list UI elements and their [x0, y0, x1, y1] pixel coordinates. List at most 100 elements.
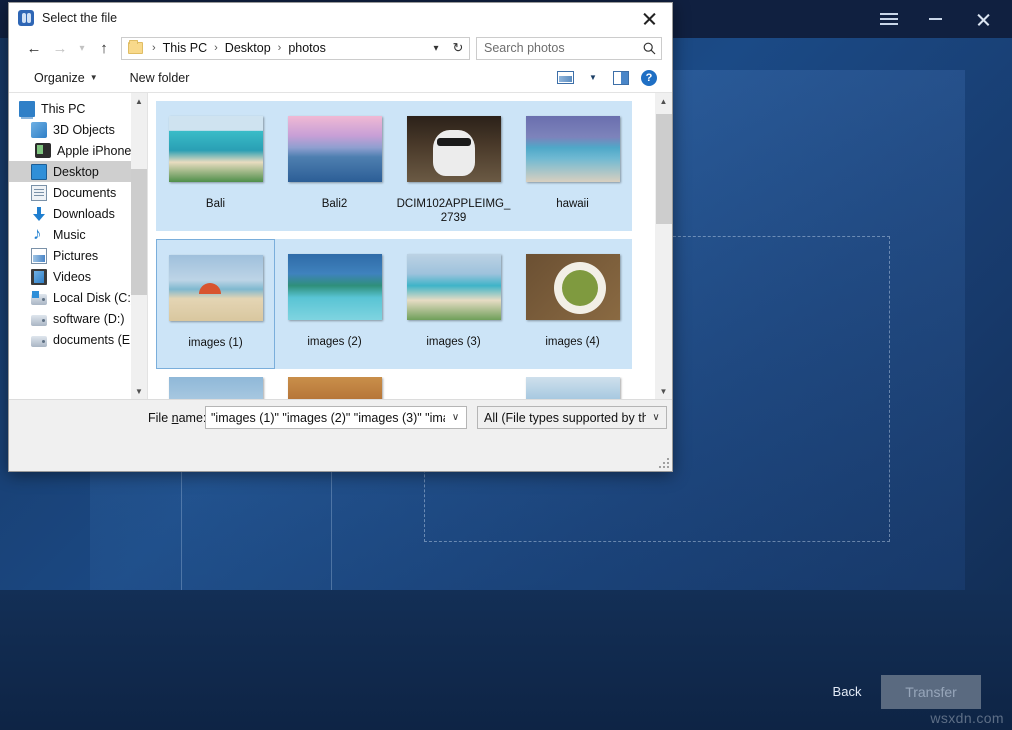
file-thumbnail [169, 255, 263, 321]
filename-input[interactable] [206, 411, 445, 425]
transfer-button[interactable]: Transfer [881, 675, 981, 709]
file-name-label: images (1) [157, 336, 274, 350]
search-box[interactable] [476, 37, 662, 60]
sidebar-scrollbar[interactable]: ▲ ▼ [131, 93, 147, 399]
file-tile[interactable]: Bali [156, 101, 275, 231]
preview-pane-icon[interactable] [608, 66, 634, 90]
file-tile-partial[interactable] [513, 377, 632, 399]
view-mode-icon[interactable] [552, 66, 578, 90]
filetype-dropdown[interactable]: All (File types supported by the ∨ [477, 406, 667, 429]
sidebar-item-documents[interactable]: Documents [9, 182, 147, 203]
file-tile[interactable]: images (1) [156, 239, 275, 369]
folder-icon [128, 42, 143, 54]
file-name-label: images (3) [394, 335, 513, 349]
desktop-icon [31, 164, 47, 180]
file-tile[interactable]: images (2) [275, 239, 394, 369]
menu-icon[interactable] [868, 4, 906, 34]
refresh-icon[interactable]: ↻ [447, 38, 469, 59]
sidebar-item-label: documents (E:) [53, 333, 138, 347]
dialog-body: This PC3D Objects Apple iPhone Desktop Docu… [9, 93, 672, 399]
file-thumbnail [407, 254, 501, 320]
organize-button[interactable]: Organize ▼ [29, 71, 103, 85]
address-bar[interactable]: › This PC › Desktop › photos ▾ ↻ [121, 37, 470, 60]
sidebar-item-label: Downloads [53, 207, 115, 221]
file-thumbnail-wrap [394, 101, 513, 197]
up-arrow-icon[interactable]: ↑ [91, 36, 117, 60]
recent-locations-icon[interactable]: ▾ [73, 36, 91, 60]
sidebar-item-label: Pictures [53, 249, 98, 263]
file-list-scrollbar[interactable]: ▲ ▼ [655, 93, 672, 399]
sidebar-item-label: Local Disk (C:) [53, 291, 135, 305]
file-thumbnail-wrap [275, 377, 394, 399]
file-list-area[interactable]: BaliBali2DCIM102APPLEIMG_2739hawaiiimage… [147, 93, 672, 399]
filename-label: File name: [148, 411, 206, 425]
close-icon[interactable] [626, 3, 672, 33]
sidebar-scroll-track[interactable] [131, 109, 147, 383]
file-tile-partial[interactable] [394, 377, 513, 399]
back-button[interactable]: Back [820, 680, 874, 704]
search-input[interactable] [477, 41, 638, 55]
sidebar-item-label: Videos [53, 270, 91, 284]
sidebar-item-label: Apple iPhone [57, 144, 131, 158]
file-tile-partial[interactable] [156, 377, 275, 399]
chevron-down-icon[interactable]: ▾ [425, 38, 447, 59]
sidebar-item-music[interactable]: Music [9, 224, 147, 245]
file-scroll-track[interactable] [656, 109, 672, 383]
breadcrumb-item-photos[interactable]: photos [286, 41, 328, 55]
forward-arrow-icon[interactable]: → [47, 36, 73, 60]
sidebar-item-apple-iphone[interactable]: Apple iPhone [9, 140, 147, 161]
file-tile[interactable]: hawaii [513, 101, 632, 231]
sidebar-item-downloads[interactable]: Downloads [9, 203, 147, 224]
file-tile[interactable]: images (3) [394, 239, 513, 369]
sidebar-item-this-pc[interactable]: This PC [9, 98, 147, 119]
filename-field[interactable]: ∨ [205, 406, 467, 429]
file-thumbnail [288, 377, 382, 399]
chevron-down-icon[interactable]: ∨ [445, 412, 466, 423]
drive-icon [31, 336, 47, 347]
minimize-icon[interactable] [916, 4, 954, 34]
scroll-down-icon[interactable]: ▼ [656, 383, 672, 399]
breadcrumb-item-this-pc[interactable]: This PC [161, 41, 209, 55]
help-icon[interactable]: ? [636, 66, 662, 90]
sidebar-item-label: Music [53, 228, 86, 242]
file-thumbnail-wrap [513, 377, 632, 399]
background-titlebar-buttons [868, 0, 1002, 38]
chevron-down-icon[interactable]: ∨ [646, 412, 666, 423]
sidebar-scroll-thumb[interactable] [131, 169, 147, 295]
sidebar-item-local-disk-c[interactable]: Local Disk (C:) [9, 287, 147, 308]
file-tile[interactable]: Bali2 [275, 101, 394, 231]
file-thumbnail [288, 254, 382, 320]
sidebar-item-label: software (D:) [53, 312, 125, 326]
file-tile[interactable]: images (4) [513, 239, 632, 369]
sidebar-item-videos[interactable]: Videos [9, 266, 147, 287]
breadcrumb-separator: › [147, 42, 161, 54]
sidebar-item-documents-e[interactable]: documents (E:) [9, 329, 147, 350]
drive-icon [31, 315, 47, 326]
new-folder-button[interactable]: New folder [125, 71, 195, 85]
close-icon[interactable] [964, 4, 1002, 34]
watermark: wsxdn.com [930, 710, 1004, 726]
sidebar-item-software-d[interactable]: software (D:) [9, 308, 147, 329]
organize-label: Organize [34, 71, 85, 85]
file-thumbnail [526, 254, 620, 320]
scroll-up-icon[interactable]: ▲ [131, 93, 147, 109]
file-name-label: DCIM102APPLEIMG_2739 [394, 197, 513, 225]
chevron-down-icon[interactable]: ▼ [580, 66, 606, 90]
dialog-command-bar: Organize ▼ New folder ▼ ? [9, 63, 672, 93]
sidebar-item-desktop[interactable]: Desktop [9, 161, 147, 182]
sidebar-item-pictures[interactable]: Pictures [9, 245, 147, 266]
file-grid: BaliBali2DCIM102APPLEIMG_2739hawaiiimage… [148, 93, 655, 399]
resize-grip[interactable] [657, 456, 669, 468]
file-name-label: images (2) [275, 335, 394, 349]
scroll-up-icon[interactable]: ▲ [656, 93, 672, 109]
scroll-down-icon[interactable]: ▼ [131, 383, 147, 399]
sidebar-item-3d-objects[interactable]: 3D Objects [9, 119, 147, 140]
chevron-down-icon: ▼ [90, 73, 98, 82]
back-arrow-icon[interactable]: ← [21, 36, 47, 60]
file-tile-partial[interactable] [275, 377, 394, 399]
3d-objects-icon [31, 122, 47, 138]
file-scroll-thumb[interactable] [656, 114, 672, 224]
breadcrumb-item-desktop[interactable]: Desktop [223, 41, 273, 55]
sidebar-item-label: Documents [53, 186, 116, 200]
file-tile[interactable]: DCIM102APPLEIMG_2739 [394, 101, 513, 231]
